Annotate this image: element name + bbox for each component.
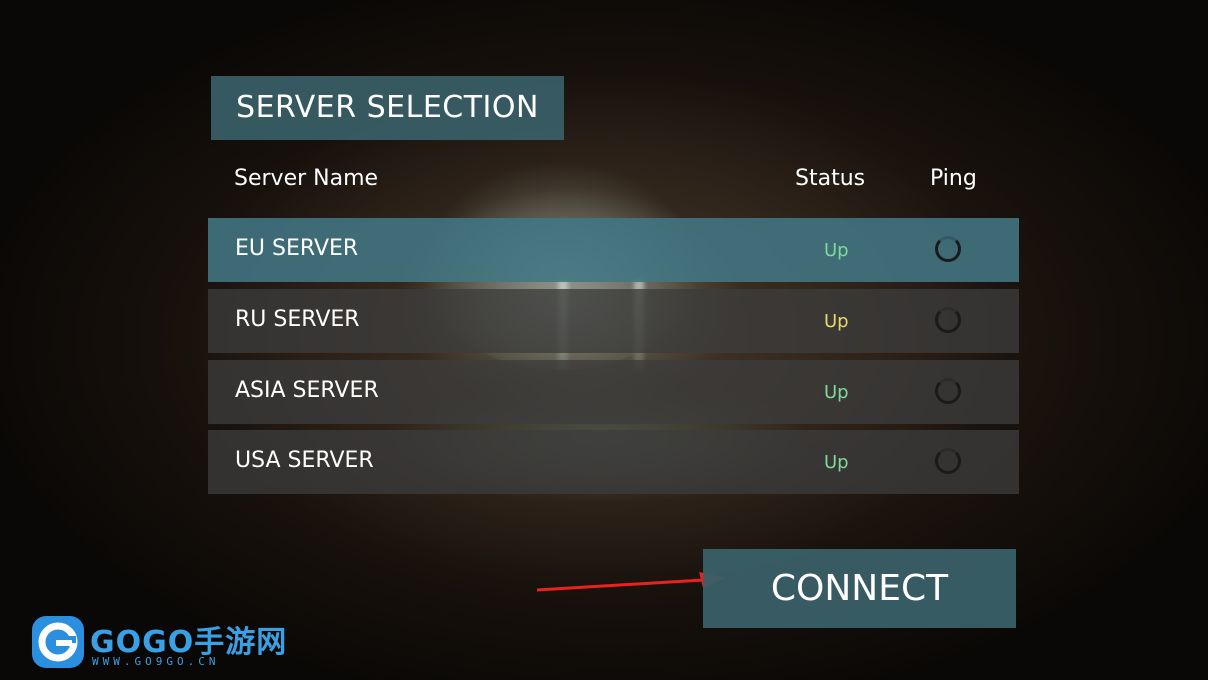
server-row-usa[interactable]: USA SERVER Up [208,430,1019,494]
server-row-ru[interactable]: RU SERVER Up [208,289,1019,353]
server-status: Up [824,452,849,473]
server-name: USA SERVER [235,448,374,473]
server-row-eu[interactable]: EU SERVER Up [208,218,1019,282]
column-header-server-name: Server Name [234,166,379,191]
column-header-status: Status [795,166,866,191]
ping-spinner-icon [935,307,961,333]
watermark-url: WWW.GO9GO.CN [92,655,220,668]
server-status: Up [824,311,849,332]
server-row-asia[interactable]: ASIA SERVER Up [208,360,1019,424]
server-status: Up [824,240,849,261]
column-header-ping: Ping [930,166,977,191]
server-name: RU SERVER [235,307,360,332]
server-name: ASIA SERVER [235,378,379,403]
server-name: EU SERVER [235,236,359,261]
ping-spinner-icon [935,236,961,262]
ping-spinner-icon [935,448,961,474]
gogo-logo-icon [32,616,84,668]
ping-spinner-icon [935,378,961,404]
server-status: Up [824,382,849,403]
connect-button[interactable]: CONNECT [703,549,1016,628]
page-title: SERVER SELECTION [211,76,564,140]
